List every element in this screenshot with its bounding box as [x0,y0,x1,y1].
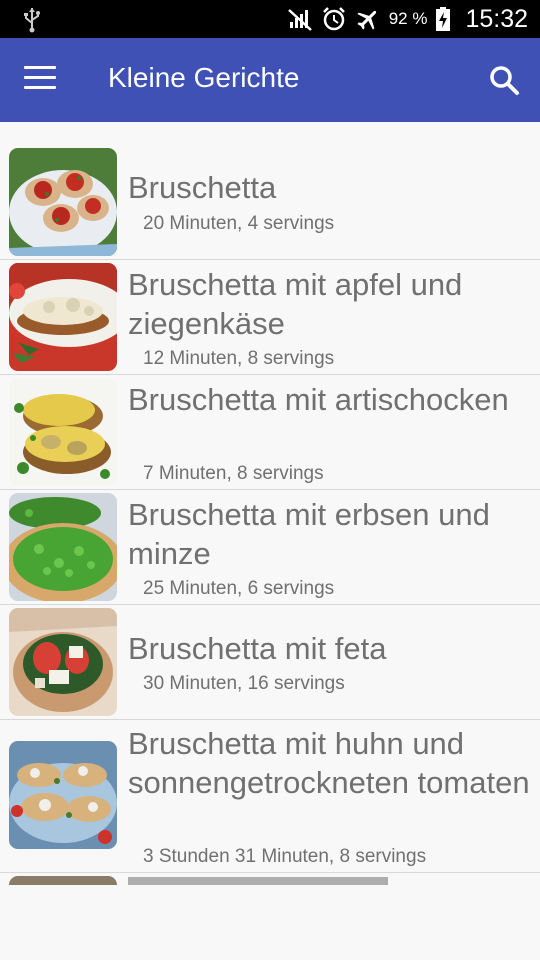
recipe-thumbnail [9,493,117,601]
recipe-thumbnail [9,263,117,371]
usb-icon [24,8,40,33]
recipe-list-item[interactable]: Bruschetta mit feta 30 Minuten, 16 servi… [0,605,540,720]
battery-percent: 92 % [388,9,428,28]
airplane-mode-icon [357,10,376,30]
recipe-list-item-partial[interactable] [0,873,540,885]
recipe-thumbnail [9,608,117,716]
recipe-title: Bruschetta mit artischocken [128,382,509,417]
recipe-thumbnail [9,378,117,486]
recipe-subtitle: 7 Minuten, 8 servings [143,463,324,484]
status-bar: 92 % 15:32 [0,0,540,38]
recipe-list-item[interactable]: Bruschetta 20 Minuten, 4 servings [0,145,540,260]
recipe-thumbnail [9,741,117,849]
clock: 15:32 [465,4,528,33]
recipe-subtitle: 20 Minuten, 4 servings [143,213,335,234]
search-icon[interactable] [488,64,520,96]
recipe-list-item[interactable]: Bruschetta mit apfel und ziegenkäse 12 M… [0,260,540,375]
recipe-title-clipped [128,877,388,885]
no-signal-icon [287,9,312,31]
recipe-list-item[interactable]: Bruschetta mit artischocken 7 Minuten, 8… [0,375,540,490]
recipe-thumbnail [9,876,117,885]
recipe-thumbnail [9,148,117,256]
recipe-title: Bruschetta mit apfel und ziegenkäse [128,267,463,341]
alarm-icon [322,7,345,31]
recipe-subtitle: 12 Minuten, 8 servings [143,348,335,369]
app-bar: Kleine Gerichte [0,38,540,122]
recipe-title: Bruschetta mit feta [128,631,387,666]
recipe-list: Bruschetta 20 Minuten, 4 servings Brusch… [0,145,540,885]
recipe-subtitle: 25 Minuten, 6 servings [143,578,335,599]
battery-charging-icon [436,7,451,31]
page-title: Kleine Gerichte [108,62,300,93]
hamburger-menu-icon[interactable] [24,66,56,94]
recipe-subtitle: 30 Minuten, 16 servings [143,673,345,694]
recipe-title: Bruschetta [128,170,277,205]
recipe-subtitle: 3 Stunden 31 Minuten, 8 servings [143,846,427,867]
recipe-title: Bruschetta mit huhn und sonnengetrocknet… [128,726,530,800]
recipe-list-item[interactable]: Bruschetta mit huhn und sonnengetrocknet… [0,720,540,873]
recipe-title: Bruschetta mit erbsen und minze [128,497,490,571]
recipe-list-item[interactable]: Bruschetta mit erbsen und minze 25 Minut… [0,490,540,605]
